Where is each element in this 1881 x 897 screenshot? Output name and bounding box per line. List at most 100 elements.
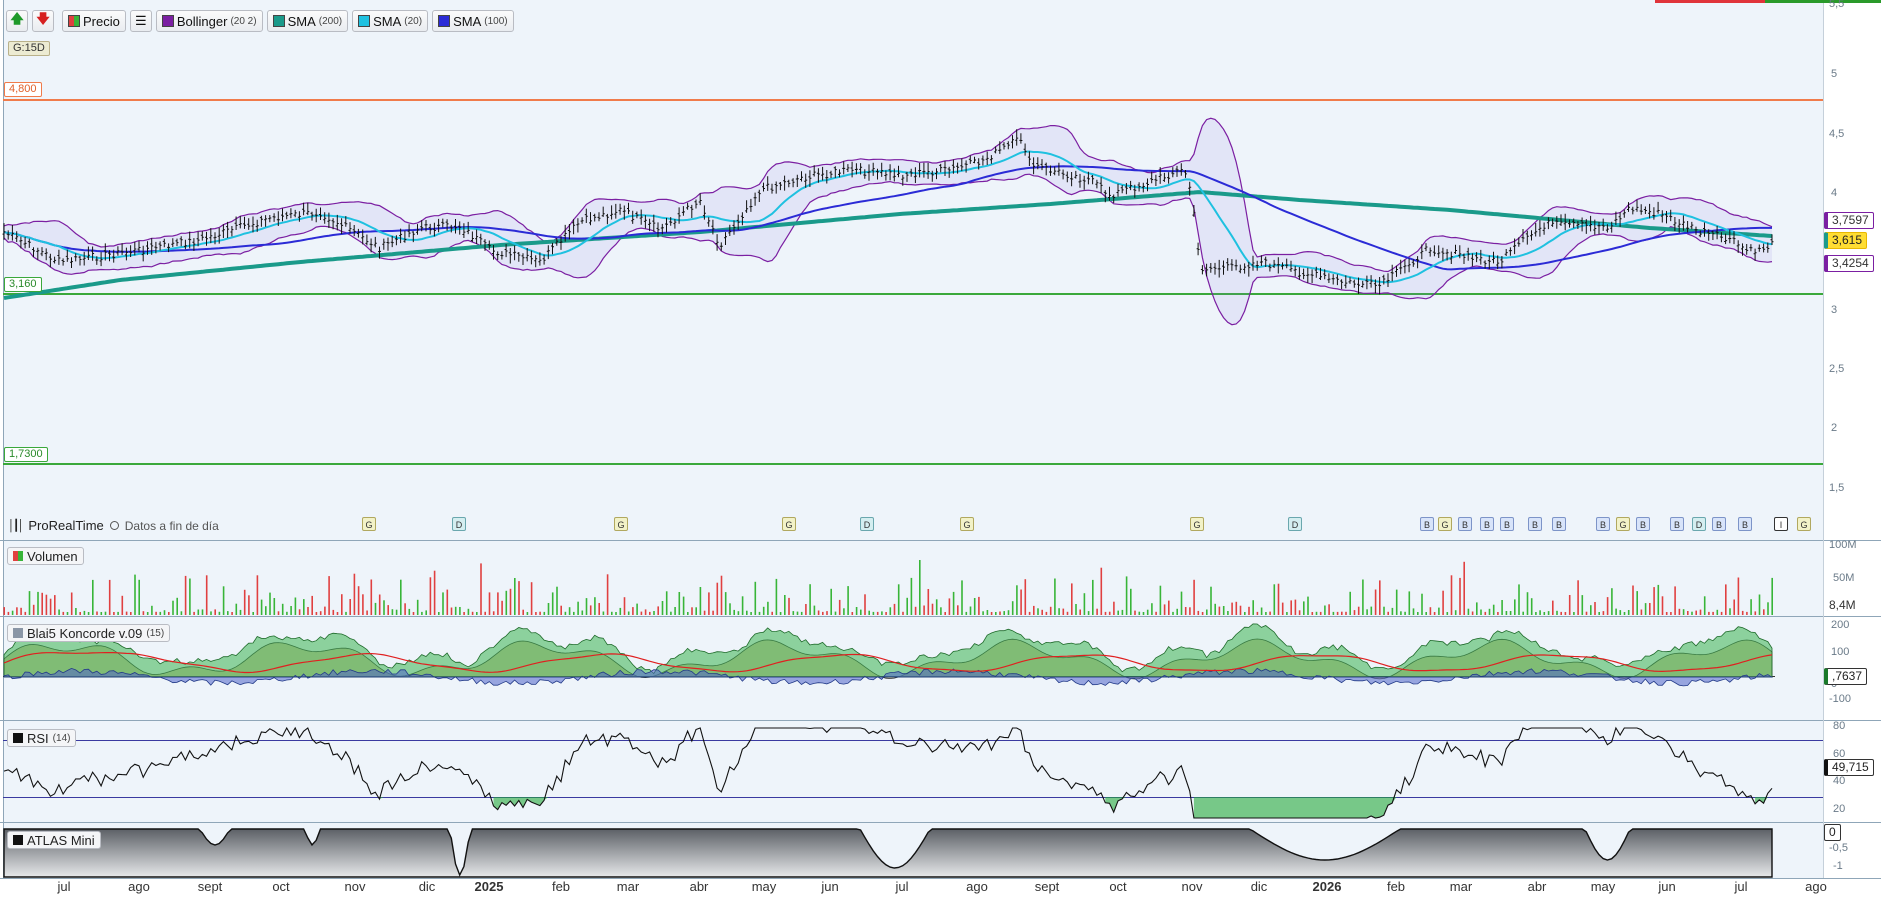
event-marker[interactable]: G	[1616, 517, 1630, 531]
volume-bar	[1623, 612, 1626, 615]
rsi-indicator-label[interactable]: RSI (14)	[7, 729, 77, 747]
volume-bar	[214, 609, 216, 615]
volume-bar	[1037, 608, 1039, 615]
volume-bar	[1298, 610, 1301, 615]
volume-bar	[336, 612, 339, 615]
volume-bar	[1636, 591, 1638, 615]
volume-bar	[1062, 608, 1065, 615]
event-marker[interactable]: G	[782, 517, 796, 531]
volume-bar	[121, 595, 124, 615]
event-marker[interactable]: B	[1738, 517, 1752, 531]
event-marker[interactable]: B	[1636, 517, 1650, 531]
event-marker[interactable]: G	[1190, 517, 1204, 531]
event-marker[interactable]: D	[1288, 517, 1302, 531]
event-marker[interactable]: B	[1712, 517, 1726, 531]
event-marker[interactable]: I	[1774, 517, 1788, 531]
sell-button[interactable]: 🡇	[32, 10, 54, 32]
event-marker[interactable]: B	[1552, 517, 1566, 531]
event-marker[interactable]: B	[1596, 517, 1610, 531]
volume-bar	[75, 608, 77, 615]
volume-bar	[425, 610, 427, 615]
event-marker[interactable]: B	[1528, 517, 1542, 531]
event-marker[interactable]: B	[1500, 517, 1514, 531]
y-tick: 1,5	[1829, 482, 1845, 494]
volume-bar	[1594, 602, 1596, 615]
sma20-indicator-button[interactable]: SMA (20)	[352, 10, 429, 32]
koncorde-indicator-label[interactable]: Blai5 Koncorde v.09 (15)	[7, 624, 171, 642]
event-marker[interactable]: B	[1670, 517, 1684, 531]
volume-bar	[568, 607, 571, 615]
volume-bar	[1657, 584, 1660, 615]
indicator-list-button[interactable]: ☰	[129, 10, 152, 32]
volume-bar	[1480, 609, 1482, 615]
volume-bar	[1552, 600, 1554, 615]
event-marker[interactable]: B	[1420, 517, 1434, 531]
support-level-tag[interactable]: 3,160	[4, 277, 42, 292]
volume-bar	[581, 610, 584, 615]
volume-bar	[1125, 576, 1128, 615]
timeframe-badge[interactable]: G:15D	[8, 41, 50, 56]
volume-bar	[762, 606, 765, 615]
volume-bar	[408, 608, 411, 615]
volume-bar	[1007, 610, 1010, 615]
resistance-level-tag[interactable]: 4,800	[4, 82, 42, 97]
volume-bar	[1691, 611, 1693, 615]
volume-bar	[311, 595, 313, 615]
x-tick: jun	[1658, 879, 1676, 894]
volume-bar	[1256, 611, 1259, 615]
volume-bar	[1682, 609, 1685, 615]
volume-bar	[205, 575, 208, 615]
volume-bar	[1446, 612, 1449, 615]
event-marker[interactable]: G	[1438, 517, 1452, 531]
volume-bar	[378, 594, 381, 615]
volume-bar	[1695, 610, 1697, 615]
volume-bar	[134, 574, 136, 615]
bollinger-indicator-button[interactable]: Bollinger (20 2)	[155, 10, 263, 32]
volume-bar	[3, 607, 5, 615]
volume-bar	[792, 611, 795, 615]
volume-bar	[281, 603, 284, 615]
volume-bar	[1265, 612, 1267, 615]
eod-radio-icon[interactable]	[109, 521, 119, 530]
volume-bar	[459, 607, 461, 615]
chart-canvas[interactable]	[0, 0, 1881, 897]
volume-bar	[1336, 611, 1339, 615]
price-indicator-button[interactable]: Precio	[62, 10, 126, 32]
event-marker[interactable]: B	[1458, 517, 1472, 531]
sma200-indicator-button[interactable]: SMA (200)	[266, 10, 349, 32]
event-marker[interactable]: D	[860, 517, 874, 531]
volume-bar	[1227, 611, 1229, 615]
volume-bar	[1315, 611, 1318, 615]
volume-bar	[1100, 567, 1103, 615]
event-marker[interactable]: D	[1692, 517, 1706, 531]
atlas-indicator-label[interactable]: ATLAS Mini	[7, 831, 101, 849]
volume-bar	[1640, 609, 1643, 615]
volume-bar	[737, 611, 740, 615]
volume-bar	[70, 592, 73, 615]
event-marker[interactable]: G	[614, 517, 628, 531]
volume-bar	[54, 595, 56, 615]
volume-bar	[1260, 607, 1263, 615]
volume-indicator-label[interactable]: Volumen	[7, 547, 84, 565]
atlas-color-swatch	[13, 835, 23, 845]
event-marker[interactable]: D	[452, 517, 466, 531]
sma100-indicator-button[interactable]: SMA (100)	[432, 10, 514, 32]
volume-bar	[1606, 597, 1609, 615]
event-marker[interactable]: G	[362, 517, 376, 531]
volume-bar	[948, 598, 951, 615]
event-marker[interactable]: G	[960, 517, 974, 531]
volume-bar	[864, 594, 866, 615]
volume-bar	[674, 607, 676, 615]
volume-bar	[387, 605, 389, 615]
volume-bar	[79, 612, 81, 615]
event-marker[interactable]: B	[1480, 517, 1494, 531]
volume-bar	[201, 609, 204, 615]
event-marker[interactable]: G	[1797, 517, 1811, 531]
sma20-label: SMA	[373, 13, 402, 29]
volume-bar	[931, 603, 934, 615]
volume-bar	[1391, 607, 1394, 615]
volume-bar	[1421, 593, 1423, 615]
buy-button[interactable]: 🡅	[6, 10, 28, 32]
volume-bar	[294, 597, 297, 615]
support2-level-tag[interactable]: 1,7300	[4, 447, 48, 462]
